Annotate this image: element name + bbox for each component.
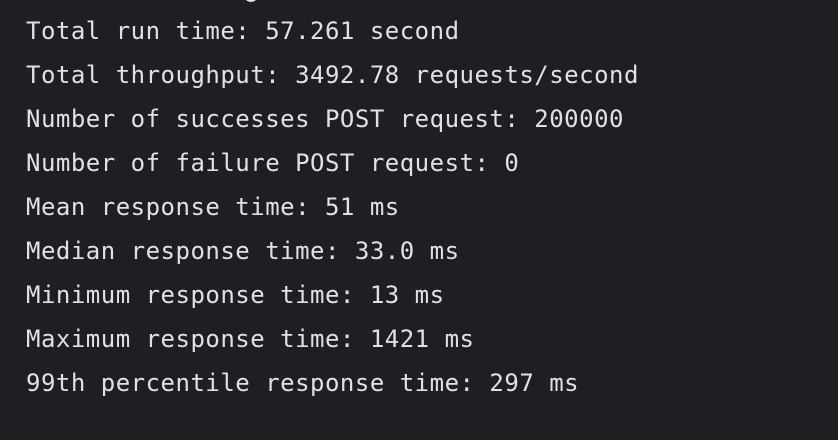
- mean-response-time-line: Mean response time: 51 ms: [26, 193, 400, 221]
- successes-post-request-line: Number of successes POST request: 200000: [26, 105, 624, 133]
- clipped-previous-line-fragment: [243, 0, 259, 4]
- failure-post-request-line: Number of failure POST request: 0: [26, 149, 520, 177]
- percentile-99-response-time-line: 99th percentile response time: 297 ms: [26, 369, 580, 397]
- console-output: Total run time: 57.261 second Total thro…: [0, 0, 838, 440]
- median-response-time-line: Median response time: 33.0 ms: [26, 237, 460, 265]
- total-throughput-line: Total throughput: 3492.78 requests/secon…: [26, 61, 639, 89]
- maximum-response-time-line: Maximum response time: 1421 ms: [26, 325, 475, 353]
- total-run-time-line: Total run time: 57.261 second: [26, 17, 460, 45]
- minimum-response-time-line: Minimum response time: 13 ms: [26, 281, 445, 309]
